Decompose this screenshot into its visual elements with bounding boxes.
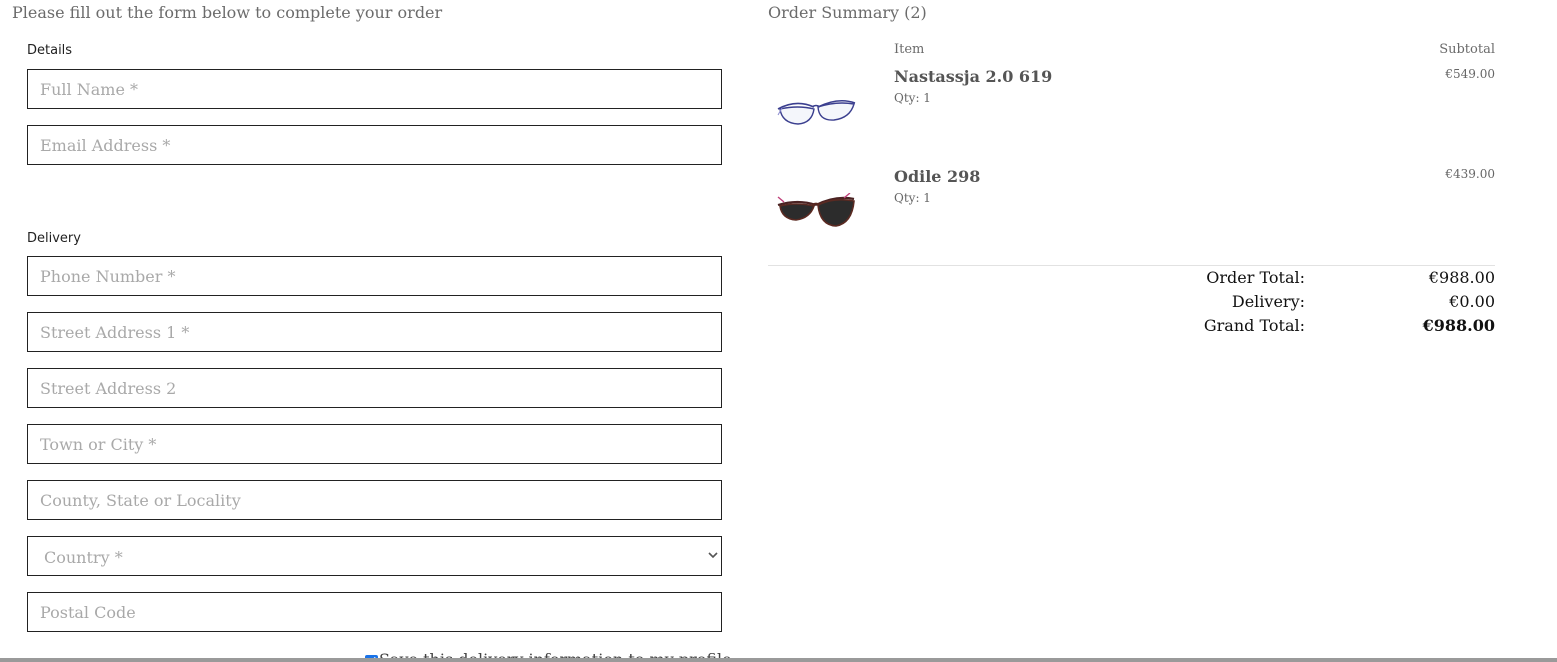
delivery-cost-label: Delivery: (1231, 292, 1305, 311)
order-total-label: Order Total: (1206, 268, 1305, 287)
full-name-input[interactable] (27, 69, 722, 109)
summary-divider (768, 265, 1495, 266)
postal-code-input[interactable] (27, 592, 722, 632)
item-subtotal: €549.00 (1445, 67, 1495, 81)
order-total-value: €988.00 (1428, 268, 1495, 287)
town-city-input[interactable] (27, 424, 722, 464)
country-select[interactable]: Country * (27, 536, 722, 576)
street-address-1-input[interactable] (27, 312, 722, 352)
item-quantity: Qty: 1 (894, 191, 931, 205)
item-quantity: Qty: 1 (894, 91, 931, 105)
street-address-2-input[interactable] (27, 368, 722, 408)
country-select-wrapper: Country * (27, 536, 722, 576)
order-total-row: Order Total: €988.00 (768, 268, 1495, 292)
order-line-item: Odile 298 Qty: 1 €439.00 (768, 167, 1495, 257)
details-section-label: Details (27, 43, 73, 58)
email-input[interactable] (27, 125, 722, 165)
grand-total-label: Grand Total: (1203, 316, 1305, 335)
order-summary-title: Order Summary (2) (768, 3, 927, 22)
form-intro-text: Please fill out the form below to comple… (12, 3, 443, 22)
order-line-item: Nastassja 2.0 619 Qty: 1 €549.00 (768, 67, 1495, 157)
item-name[interactable]: Odile 298 (894, 167, 980, 186)
subtotal-column-header: Subtotal (1439, 42, 1495, 57)
phone-input[interactable] (27, 256, 722, 296)
viewport-bottom-edge (0, 658, 1557, 662)
county-input[interactable] (27, 480, 722, 520)
item-column-header: Item (894, 42, 925, 57)
grand-total-value: €988.00 (1422, 316, 1495, 335)
grand-total-row: Grand Total: €988.00 (768, 316, 1495, 340)
delivery-row: Delivery: €0.00 (768, 292, 1495, 316)
checkout-page: Please fill out the form below to comple… (0, 0, 1557, 662)
sunglasses-icon (777, 193, 855, 227)
delivery-section-label: Delivery (27, 231, 81, 246)
delivery-cost-value: €0.00 (1449, 292, 1495, 311)
item-name[interactable]: Nastassja 2.0 619 (894, 67, 1052, 86)
eyeglasses-icon (777, 99, 856, 125)
item-subtotal: €439.00 (1445, 167, 1495, 181)
